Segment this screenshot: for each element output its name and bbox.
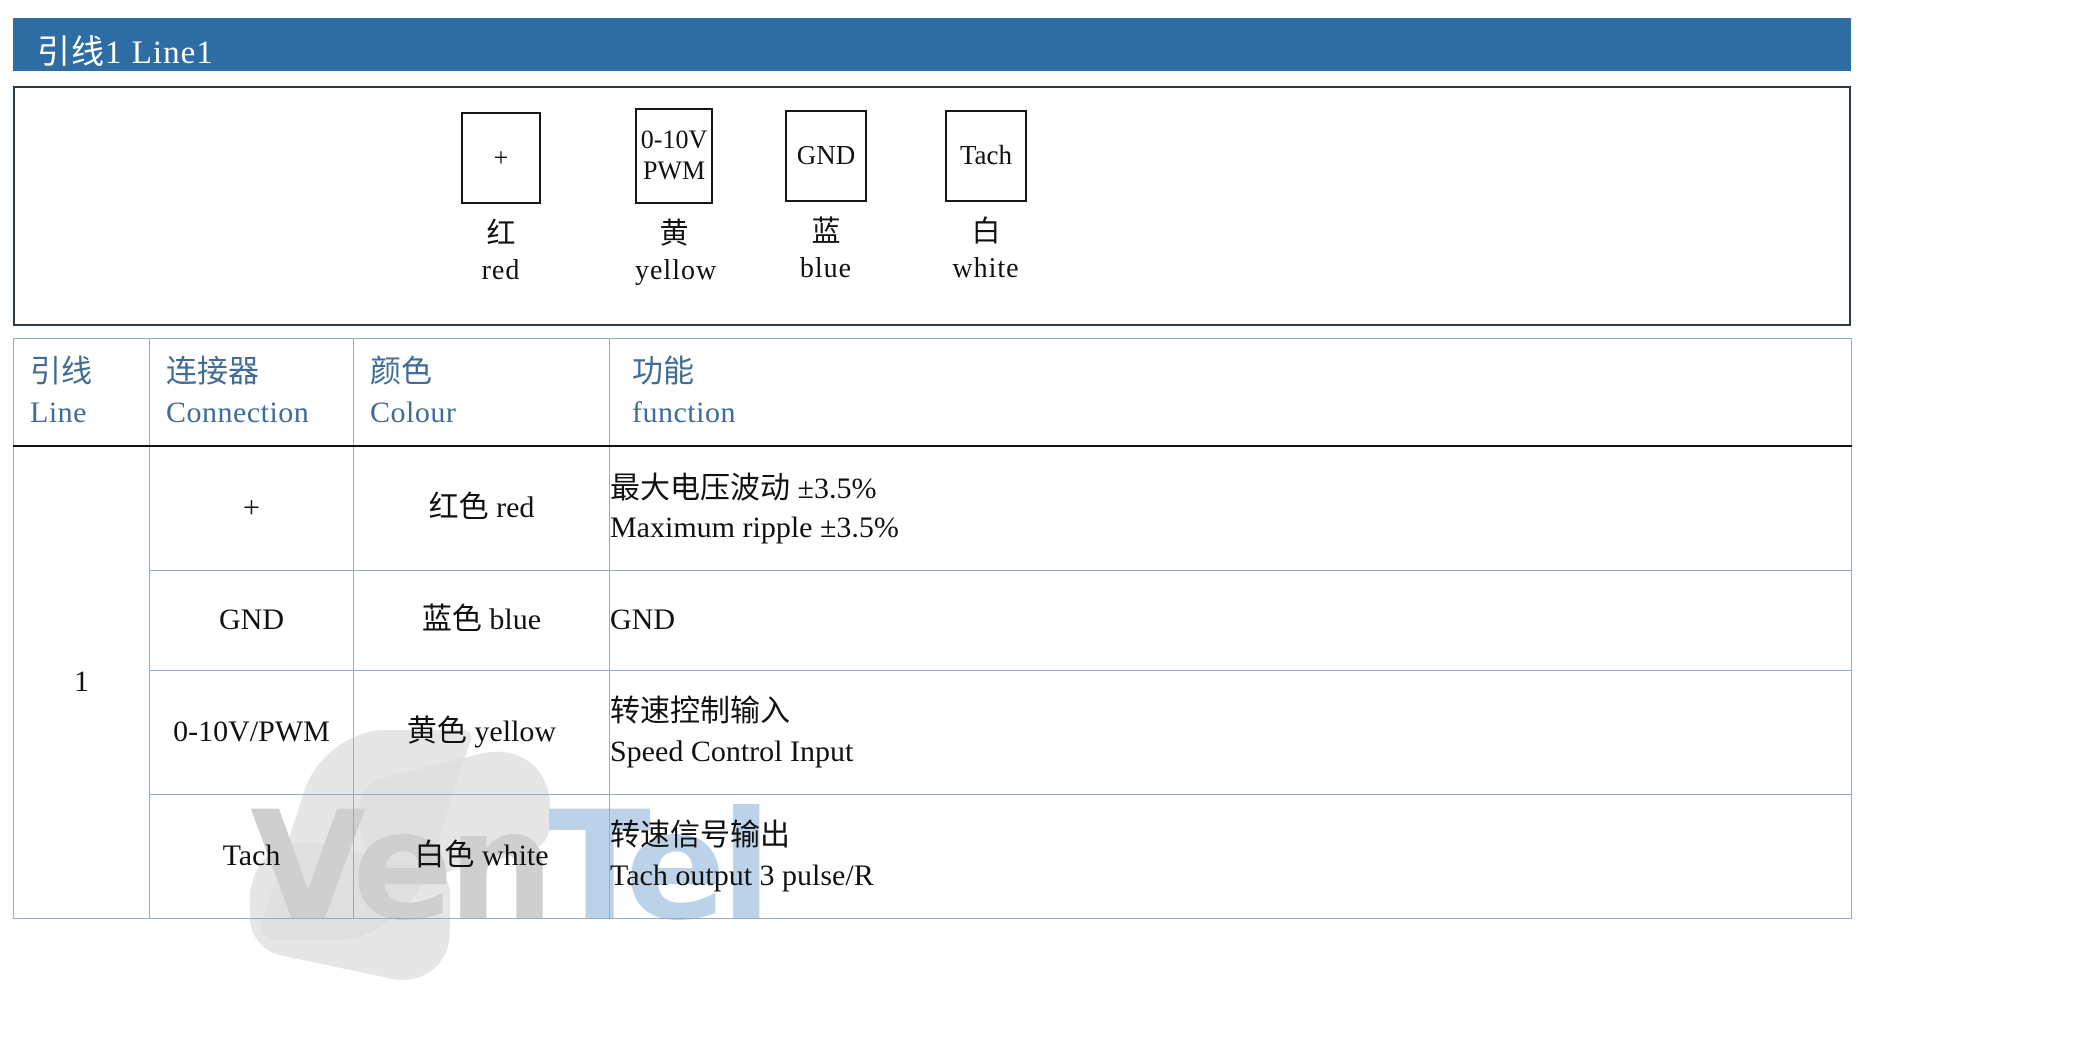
- column-header-line-cn: 引线: [30, 354, 92, 390]
- cell-function-1-cn: 最大电压波动 ±3.5%: [610, 471, 877, 505]
- table-head: 引线 Line 连接器 Connection 颜色 Colour 功能 func…: [13, 338, 1852, 447]
- connector-box-2-line1: 0-10V: [640, 125, 708, 155]
- connector-label-4-cn: 白: [971, 216, 1001, 248]
- connector-group-3: GND 蓝 blue: [785, 110, 867, 287]
- connector-box-1-line1: +: [493, 142, 509, 172]
- connector-box-3: GND: [785, 110, 867, 202]
- connector-box-2-line2: PWM: [642, 156, 706, 185]
- connector-box-4: Tach: [945, 110, 1027, 202]
- connector-group-2: 0-10V PWM 黄 yellow: [635, 108, 718, 289]
- cell-function-3: 转速控制输入 Speed Control Input: [609, 669, 1852, 795]
- cell-connection-2: GND: [149, 569, 354, 671]
- column-header-colour-en: Colour: [370, 395, 457, 429]
- connector-group-1: + 红 red: [461, 112, 541, 289]
- cell-function-4: 转速信号输出 Tach output 3 pulse/R: [609, 793, 1852, 919]
- cell-connection-4: Tach: [149, 793, 354, 919]
- connector-label-3: 蓝 blue: [785, 214, 867, 287]
- connector-label-4-en: white: [952, 253, 1020, 285]
- wire-spec-table-wrapper: 引线 Line 连接器 Connection 颜色 Colour 功能 func…: [13, 338, 1852, 919]
- table-body: 1 + 红色 red 最大电压波动 ±3.5% Maximum ripple ±…: [13, 445, 1852, 919]
- cell-line-number: 1: [13, 445, 150, 919]
- cell-function-4-cn: 转速信号输出: [610, 819, 790, 853]
- column-header-function-cn: 功能: [632, 354, 694, 390]
- connector-box-2: 0-10V PWM: [635, 108, 713, 204]
- section-title-banner: 引线1 Line1: [13, 18, 1851, 71]
- cell-function-3-en: Speed Control Input: [610, 735, 854, 768]
- cell-function-2: GND: [609, 569, 1852, 671]
- connector-box-4-line1: Tach: [959, 140, 1013, 171]
- cell-colour-1: 红色 red: [353, 445, 610, 571]
- wire-spec-table: 引线 Line 连接器 Connection 颜色 Colour 功能 func…: [13, 338, 1852, 919]
- cell-function-1: 最大电压波动 ±3.5% Maximum ripple ±3.5%: [609, 445, 1852, 571]
- column-header-line-en: Line: [30, 395, 87, 429]
- cell-function-3-cn: 转速控制输入: [610, 695, 790, 729]
- connector-diagram-panel: + 红 red 0-10V PWM 黄 yellow GND 蓝 blue Ta…: [13, 86, 1851, 326]
- column-header-line: 引线 Line: [13, 338, 150, 447]
- connector-label-1-en: red: [481, 255, 521, 287]
- cell-function-1-en: Maximum ripple ±3.5%: [610, 511, 899, 545]
- table-row: 0-10V/PWM 黄色 yellow 转速控制输入 Speed Control…: [14, 669, 1852, 795]
- column-header-colour-cn: 颜色: [370, 354, 432, 390]
- connector-label-3-cn: 蓝: [811, 216, 841, 248]
- cell-colour-3: 黄色 yellow: [353, 669, 610, 795]
- connector-label-2: 黄 yellow: [635, 216, 718, 289]
- connector-label-2-cn: 黄: [659, 218, 689, 250]
- section-title-text: 引线1 Line1: [37, 35, 214, 71]
- cell-function-4-en: Tach output 3 pulse/R: [610, 859, 874, 892]
- table-header-row: 引线 Line 连接器 Connection 颜色 Colour 功能 func…: [13, 338, 1852, 447]
- connector-group-4: Tach 白 white: [945, 110, 1027, 287]
- cell-connection-3: 0-10V/PWM: [149, 669, 354, 795]
- connector-box-3-line1: GND: [796, 140, 856, 171]
- cell-colour-2: 蓝色 blue: [353, 569, 610, 671]
- connector-label-1: 红 red: [461, 216, 541, 289]
- table-row: Tach 白色 white 转速信号输出 Tach output 3 pulse…: [14, 793, 1852, 919]
- connector-label-4: 白 white: [945, 214, 1027, 287]
- table-row: GND 蓝色 blue GND: [14, 569, 1852, 671]
- cell-connection-1: +: [149, 445, 354, 571]
- connector-label-1-cn: 红: [486, 218, 516, 250]
- page-root: VenTel 引线1 Line1 + 红 red 0-10V PWM 黄 yel…: [0, 0, 2081, 1050]
- column-header-colour: 颜色 Colour: [353, 338, 610, 447]
- cell-colour-4: 白色 white: [353, 793, 610, 919]
- connector-box-1: +: [461, 112, 541, 204]
- connector-label-3-en: blue: [799, 253, 853, 285]
- column-header-connection-en: Connection: [166, 395, 310, 429]
- column-header-function-en: function: [632, 395, 736, 429]
- cell-function-2-cn: GND: [610, 603, 675, 637]
- column-header-connection: 连接器 Connection: [149, 338, 354, 447]
- table-row: 1 + 红色 red 最大电压波动 ±3.5% Maximum ripple ±…: [13, 445, 1852, 919]
- column-header-connection-cn: 连接器: [166, 354, 259, 390]
- connector-label-2-en: yellow: [635, 255, 718, 287]
- column-header-function: 功能 function: [609, 338, 1852, 447]
